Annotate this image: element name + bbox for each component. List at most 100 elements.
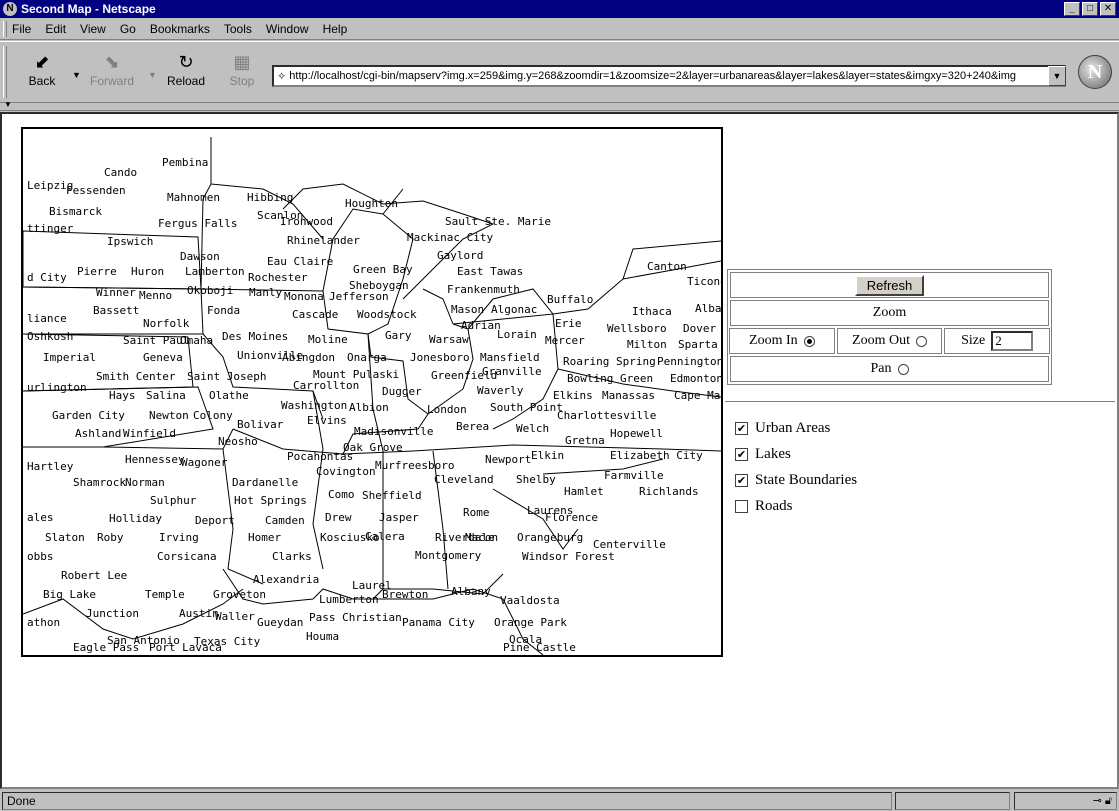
map-label-dugger: Dugger — [382, 385, 422, 398]
map-label-milton: Milton — [627, 338, 667, 351]
map-label-hopewell: Hopewell — [610, 427, 663, 440]
map-label-elvins: Elvins — [307, 414, 347, 427]
zoom-out-cell: Zoom Out — [836, 328, 943, 354]
map-label-charlottesville: Charlottesville — [557, 409, 656, 422]
map-label-mercer: Mercer — [545, 334, 585, 347]
map-label-hot-springs: Hot Springs — [234, 494, 307, 507]
back-label: Back — [28, 74, 56, 88]
netscape-throbber-logo[interactable]: N — [1078, 55, 1112, 89]
lakes-checkbox[interactable]: ✔ — [735, 447, 748, 461]
map-label-hamlet: Hamlet — [564, 485, 604, 498]
map-label-winfield: Winfield — [123, 427, 176, 440]
map-label-sulphur: Sulphur — [150, 494, 197, 507]
map-label-athon: athon — [27, 616, 60, 629]
map-label-cando: Cando — [104, 166, 137, 179]
map-label-robert-lee: Robert Lee — [61, 569, 127, 582]
stop-button[interactable]: ▦ Stop — [214, 50, 270, 98]
map-label-adrian: Adrian — [461, 319, 501, 332]
map-label-cleveland: Cleveland — [434, 473, 494, 486]
menu-edit[interactable]: Edit — [45, 22, 66, 36]
zoom-out-radio[interactable] — [915, 335, 927, 347]
menu-help[interactable]: Help — [323, 22, 348, 36]
map-label-holliday: Holliday — [109, 512, 162, 525]
map-controls-table: Refresh Zoom Zoom In Zoom Out Size 2 Pan — [727, 269, 1052, 385]
map-label-sault-ste-marie: Sault Ste. Marie — [445, 215, 551, 228]
map-label-imperial: Imperial — [43, 351, 96, 364]
map-label-granville: Granville — [482, 365, 542, 378]
map-image[interactable]: Pembina Cando Leipzig Fessenden Mahnomen Hibb… — [21, 127, 723, 657]
menu-bookmarks[interactable]: Bookmarks — [150, 22, 210, 36]
map-label-london: London — [427, 403, 467, 416]
map-label-roby: Roby — [97, 531, 124, 544]
forward-button[interactable]: ⬊ Forward — [84, 50, 140, 98]
layer-roads[interactable]: Roads — [735, 493, 857, 519]
map-label-albion: Albion — [349, 401, 389, 414]
size-label: Size — [961, 333, 986, 348]
map-label-newton: Newton — [149, 409, 189, 422]
reload-button[interactable]: ↻ Reload — [158, 50, 214, 98]
map-label-shelby: Shelby — [516, 473, 556, 486]
map-label-norman: Norman — [125, 476, 165, 489]
menu-go[interactable]: Go — [120, 22, 136, 36]
size-cell: Size 2 — [944, 328, 1051, 354]
maximize-button[interactable]: □ — [1082, 2, 1098, 16]
pan-radio[interactable] — [897, 363, 909, 375]
roads-checkbox[interactable] — [735, 499, 748, 513]
map-label-sparta: Sparta — [678, 338, 718, 351]
back-button[interactable]: ⬋ Back — [14, 50, 70, 98]
zoom-out-label: Zoom Out — [852, 333, 910, 348]
close-button[interactable]: ✕ — [1100, 2, 1116, 16]
menu-view[interactable]: View — [80, 22, 106, 36]
map-label-rome: Rome — [463, 506, 490, 519]
state-boundaries-checkbox[interactable]: ✔ — [735, 473, 748, 487]
navigation-toolbar: ⬋ Back ▼ ⬊ Forward ▼ ↻ Reload ▦ Stop ⟡ h… — [0, 41, 1119, 103]
map-city-labels: PembinaCandoLeipzigFessendenMahnomen Hibb… — [27, 156, 721, 654]
map-label-jonesboro: Jonesboro — [410, 351, 470, 364]
map-label-salina: Salina — [146, 389, 186, 402]
toolbar-grip[interactable] — [3, 46, 7, 98]
menubar-grip[interactable] — [3, 21, 7, 37]
layer-lakes[interactable]: ✔ Lakes — [735, 441, 857, 467]
menu-window[interactable]: Window — [266, 22, 309, 36]
connection-icon[interactable]: ⊸ — [1093, 795, 1102, 807]
url-field[interactable]: ⟡ http://localhost/cgi-bin/mapserv?img.x… — [272, 65, 1066, 87]
menu-file[interactable]: File — [12, 22, 31, 36]
map-label-farmville: Farmville — [604, 469, 664, 482]
refresh-button[interactable]: Refresh — [854, 274, 925, 296]
roads-label: Roads — [755, 497, 793, 514]
map-label-shamrock: Shamrock — [73, 476, 126, 489]
page-content: Pembina Cando Leipzig Fessenden Mahnomen Hibb… — [0, 112, 1119, 789]
map-label-bolivar: Bolivar — [237, 418, 284, 431]
map-label-gretna: Gretna — [565, 434, 605, 447]
security-lock-icon[interactable]: 🔓︎ — [1105, 795, 1112, 807]
menu-bar: File Edit View Go Bookmarks Tools Window… — [0, 18, 1119, 40]
zoom-in-radio[interactable] — [803, 335, 815, 347]
back-history-dropdown-icon[interactable]: ▼ — [72, 70, 81, 80]
map-label-eagle-pass: Eagle Pass — [73, 641, 139, 654]
map-canvas[interactable]: PembinaCandoLeipzigFessendenMahnomen Hibb… — [23, 129, 721, 655]
minimize-button[interactable]: _ — [1064, 2, 1080, 16]
collapsed-toolbar-strip[interactable]: ▼ — [0, 100, 1119, 111]
map-label-woodstock: Woodstock — [357, 308, 417, 321]
menu-tools[interactable]: Tools — [224, 22, 252, 36]
page-proxy-icon[interactable]: ⟡ — [278, 70, 285, 83]
horizontal-rule — [725, 401, 1115, 403]
url-history-dropdown-button[interactable]: ▼ — [1048, 66, 1066, 86]
urban-areas-checkbox[interactable]: ✔ — [735, 421, 748, 435]
map-label-hennessey: Hennessey — [125, 453, 185, 466]
map-label-monona: Monona — [284, 290, 324, 303]
layer-urban-areas[interactable]: ✔ Urban Areas — [735, 415, 857, 441]
zoom-size-input[interactable]: 2 — [991, 331, 1034, 351]
map-label-obbs: obbs — [27, 550, 54, 563]
collapse-arrow-icon[interactable]: ▼ — [4, 100, 12, 109]
forward-history-dropdown-icon[interactable]: ▼ — [148, 70, 157, 80]
map-label-colony: Colony — [193, 409, 233, 422]
map-label-macon: Macon — [465, 531, 498, 544]
layer-state-boundaries[interactable]: ✔ State Boundaries — [735, 467, 857, 493]
map-label-waverly: Waverly — [477, 384, 524, 397]
map-label-urlington: urlington — [27, 381, 87, 394]
map-label-frankenmuth: Frankenmuth — [447, 283, 520, 296]
map-label-welch: Welch — [516, 422, 549, 435]
map-label-slaton: Slaton — [45, 531, 85, 544]
map-label-carrollton: Carrollton — [293, 379, 359, 392]
